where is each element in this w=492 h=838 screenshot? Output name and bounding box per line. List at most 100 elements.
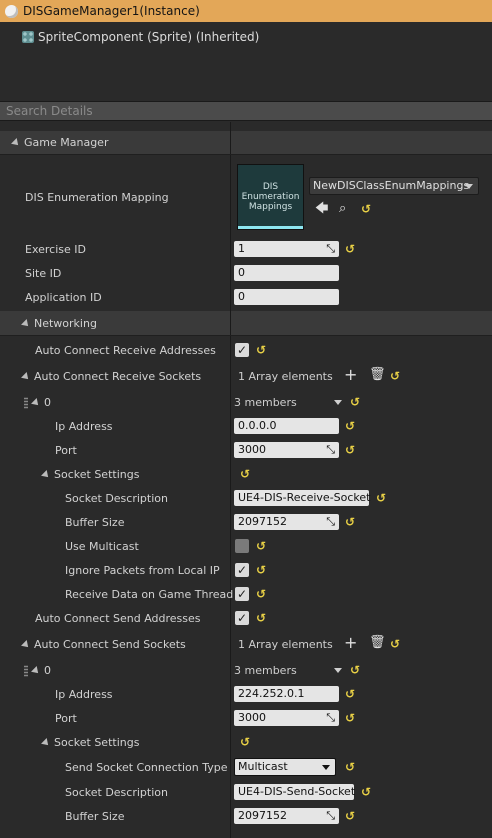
search-details-input[interactable]: Search Details [0, 101, 492, 121]
collapse-arrow-icon[interactable] [31, 666, 41, 676]
plus-icon[interactable]: + [344, 367, 357, 383]
reset-to-default-icon[interactable]: ↺ [345, 443, 355, 457]
ignore-local-ip-checkbox[interactable]: ✓ [235, 563, 249, 577]
send-connection-type-combo[interactable]: Multicast [234, 758, 336, 776]
reset-to-default-icon[interactable]: ↺ [256, 343, 266, 357]
reset-to-default-icon[interactable]: ↺ [256, 563, 266, 577]
reset-to-default-icon[interactable]: ↺ [345, 242, 355, 256]
spin-arrows-icon: ⤡ [326, 711, 335, 724]
buffer-size-value: 2097152 [238, 809, 287, 822]
ip-address-label: Ip Address [55, 688, 113, 701]
collapse-arrow-icon[interactable] [41, 470, 51, 480]
collapse-arrow-icon[interactable] [31, 398, 41, 408]
buffer-size-field[interactable]: 2097152 ⤡ [234, 514, 339, 530]
socket-description-field[interactable]: UE4-DIS-Receive-Socket [234, 490, 371, 506]
reset-to-default-icon[interactable]: ↺ [345, 515, 355, 529]
socket-description-field[interactable]: UE4-DIS-Send-Socket [234, 784, 355, 800]
thumb-line-1: DIS [262, 182, 279, 192]
port-value: 3000 [238, 711, 266, 724]
send-connection-type-label: Send Socket Connection Type [65, 761, 228, 774]
array-element-index: 0 [31, 664, 51, 677]
auto-connect-receive-addresses-checkbox[interactable]: ✓ [235, 343, 249, 357]
port-field[interactable]: 3000 ⤡ [234, 710, 339, 726]
plus-icon[interactable]: + [344, 635, 357, 651]
buffer-size-value: 2097152 [238, 515, 287, 528]
socket-settings-label: Socket Settings [41, 736, 140, 749]
site-id-label: Site ID [25, 267, 62, 280]
chevron-down-icon [322, 765, 330, 770]
trash-icon[interactable]: 🗑 [369, 368, 386, 382]
category-label: Game Manager [24, 136, 109, 149]
collapse-arrow-icon[interactable] [41, 738, 51, 748]
reset-to-default-icon[interactable]: ↺ [345, 711, 355, 725]
collapse-arrow-icon [21, 319, 31, 329]
collapse-arrow-icon[interactable] [21, 640, 31, 650]
site-id-field[interactable]: 0 [234, 265, 339, 281]
ip-address-label: Ip Address [55, 420, 113, 433]
reset-to-default-icon[interactable]: ↺ [345, 687, 355, 701]
exercise-id-label: Exercise ID [25, 243, 86, 256]
reset-to-default-icon[interactable]: ↺ [345, 419, 355, 433]
exercise-id-field[interactable]: 1 ⤡ [234, 241, 339, 257]
array-count: 1 Array elements [238, 638, 333, 651]
column-divider[interactable] [230, 122, 231, 838]
category-game-manager[interactable]: Game Manager [0, 131, 492, 155]
category-label: Networking [34, 317, 97, 330]
browse-icon[interactable]: ⌕ [339, 202, 346, 216]
array-element-index: 0 [31, 396, 51, 409]
port-value: 3000 [238, 443, 266, 456]
reset-to-default-icon[interactable]: ↺ [376, 491, 386, 505]
reset-to-default-icon[interactable]: ↺ [345, 760, 355, 774]
label-text: Auto Connect Send Sockets [34, 638, 186, 651]
chevron-down-icon [465, 184, 473, 189]
reset-to-default-icon[interactable]: ↺ [361, 785, 371, 799]
reset-to-default-icon[interactable]: ↺ [361, 202, 371, 216]
reset-to-default-icon[interactable]: ↺ [256, 587, 266, 601]
thumb-line-3: Mappings [248, 202, 293, 212]
socket-settings-label: Socket Settings [41, 468, 140, 481]
reset-to-default-icon[interactable]: ↺ [256, 611, 266, 625]
label-text: Auto Connect Receive Sockets [34, 370, 202, 383]
auto-connect-send-addresses-checkbox[interactable]: ✓ [235, 611, 249, 625]
buffer-size-field[interactable]: 2097152 ⤡ [234, 808, 339, 824]
asset-thumbnail[interactable]: DIS Enumeration Mappings [237, 164, 304, 230]
spin-arrows-icon: ⤡ [326, 242, 335, 255]
drag-handle-icon[interactable] [24, 665, 28, 677]
label-text: Socket Settings [54, 736, 140, 749]
reset-to-default-icon[interactable]: ↺ [390, 369, 400, 383]
category-networking[interactable]: Networking [0, 311, 492, 336]
receive-game-thread-checkbox[interactable]: ✓ [235, 587, 249, 601]
use-selected-icon[interactable]: 🡄 [315, 202, 328, 216]
combo-value: Multicast [238, 760, 288, 773]
port-field[interactable]: 3000 ⤡ [234, 442, 339, 458]
exercise-id-value: 1 [238, 242, 245, 255]
asset-picker-combo[interactable]: NewDISClassEnumMappings [309, 177, 479, 195]
drag-handle-icon[interactable] [24, 397, 28, 409]
trash-icon[interactable]: 🗑 [369, 636, 386, 650]
receive-game-thread-label: Receive Data on Game Thread [65, 588, 234, 601]
ip-address-field[interactable]: 0.0.0.0 [234, 418, 339, 434]
reset-to-default-icon[interactable]: ↺ [390, 637, 400, 651]
reset-to-default-icon[interactable]: ↺ [240, 735, 250, 749]
reset-to-default-icon[interactable]: ↺ [240, 467, 250, 481]
ignore-local-ip-label: Ignore Packets from Local IP [65, 564, 220, 577]
spin-arrows-icon: ⤡ [326, 809, 335, 822]
use-multicast-checkbox[interactable] [235, 539, 249, 553]
buffer-size-label: Buffer Size [65, 516, 125, 529]
application-id-label: Application ID [25, 291, 102, 304]
site-id-value: 0 [238, 266, 245, 279]
component-tree-item[interactable]: SpriteComponent (Sprite) (Inherited) [22, 30, 259, 44]
reset-to-default-icon[interactable]: ↺ [350, 395, 360, 409]
collapse-arrow-icon[interactable] [21, 372, 31, 382]
label-text: Socket Settings [54, 468, 140, 481]
chevron-down-icon[interactable] [334, 400, 342, 405]
chevron-down-icon[interactable] [334, 668, 342, 673]
reset-to-default-icon[interactable]: ↺ [350, 663, 360, 677]
auto-connect-send-addresses-label: Auto Connect Send Addresses [35, 612, 201, 625]
reset-to-default-icon[interactable]: ↺ [345, 809, 355, 823]
ip-address-field[interactable]: 224.252.0.1 [234, 686, 339, 702]
index-text: 0 [44, 664, 51, 677]
asset-name: NewDISClassEnumMappings [313, 179, 470, 192]
application-id-field[interactable]: 0 [234, 289, 339, 305]
reset-to-default-icon[interactable]: ↺ [256, 539, 266, 553]
